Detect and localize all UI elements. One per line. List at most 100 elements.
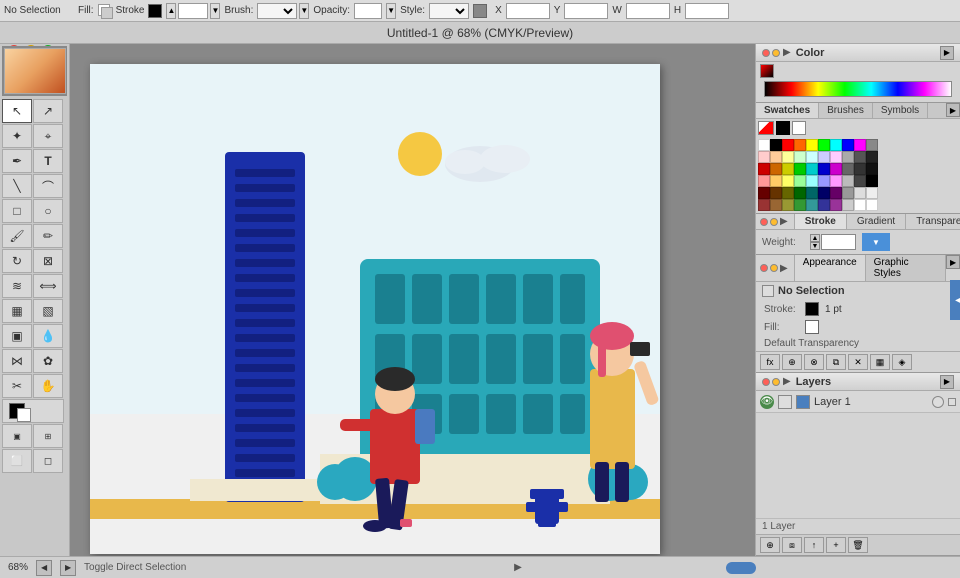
color-panel-arrow[interactable]: ▶ bbox=[783, 47, 791, 58]
color-swatch[interactable] bbox=[818, 187, 830, 199]
color-swatch[interactable] bbox=[830, 175, 842, 187]
color-swatch[interactable] bbox=[854, 187, 866, 199]
appearance-panel-minimize[interactable] bbox=[770, 264, 778, 272]
rotate-tool[interactable]: ↻ bbox=[2, 249, 32, 273]
layer-1-indicator[interactable] bbox=[948, 398, 956, 406]
y-field[interactable]: 0 mm bbox=[564, 3, 608, 19]
color-swatch[interactable] bbox=[806, 163, 818, 175]
ellipse-tool[interactable]: ○ bbox=[33, 199, 63, 223]
color-swatch[interactable] bbox=[866, 163, 878, 175]
no-selection-checkbox[interactable] bbox=[762, 285, 774, 297]
appearance-panel-arrow[interactable]: ▶ bbox=[780, 263, 788, 274]
toggle-screen-1[interactable]: ⬜ bbox=[2, 449, 32, 473]
color-swatch[interactable] bbox=[830, 199, 842, 211]
color-swatch[interactable] bbox=[782, 175, 794, 187]
pen-tool[interactable]: ✒ bbox=[2, 149, 32, 173]
color-swatch[interactable] bbox=[758, 175, 770, 187]
paintbrush-tool[interactable]: 🖌 bbox=[2, 224, 32, 248]
zoom-down-button[interactable]: ◀ bbox=[36, 560, 52, 576]
appearance-panel-menu[interactable]: ▶ bbox=[946, 255, 960, 269]
fill-stroke-colors[interactable] bbox=[2, 399, 64, 423]
none-swatch[interactable] bbox=[758, 121, 774, 135]
layers-panel-arrow[interactable]: ▶ bbox=[783, 376, 791, 387]
tab-swatches[interactable]: Swatches bbox=[756, 103, 819, 118]
color-swatch[interactable] bbox=[758, 139, 770, 151]
color-swatch[interactable] bbox=[782, 163, 794, 175]
color-swatch[interactable] bbox=[842, 139, 854, 151]
color-swatch[interactable] bbox=[854, 175, 866, 187]
color-swatch[interactable] bbox=[770, 199, 782, 211]
color-swatch[interactable] bbox=[830, 139, 842, 151]
lasso-tool[interactable]: ⌖ bbox=[33, 124, 63, 148]
style-selector[interactable] bbox=[429, 3, 469, 19]
add-fx-button[interactable]: fx bbox=[760, 354, 780, 370]
color-swatch[interactable] bbox=[806, 139, 818, 151]
color-swatch[interactable] bbox=[842, 187, 854, 199]
color-swatch[interactable] bbox=[782, 187, 794, 199]
color-swatch[interactable] bbox=[854, 163, 866, 175]
color-swatch[interactable] bbox=[770, 187, 782, 199]
stroke-panel-close[interactable] bbox=[760, 218, 768, 226]
black-swatch[interactable] bbox=[776, 121, 790, 135]
column-graph-tool[interactable]: ▦ bbox=[2, 299, 32, 323]
x-field[interactable]: 0 mm bbox=[506, 3, 550, 19]
change-mode-2[interactable]: ⊞ bbox=[33, 424, 63, 448]
hand-tool[interactable]: ✋ bbox=[33, 374, 63, 398]
weight-value[interactable]: 1 pt bbox=[821, 234, 856, 250]
color-swatch[interactable] bbox=[866, 187, 878, 199]
stroke-color-box[interactable] bbox=[805, 302, 819, 316]
arc-tool[interactable]: ⌒ bbox=[33, 174, 63, 198]
type-tool[interactable]: T bbox=[33, 149, 63, 173]
tab-stroke[interactable]: Stroke bbox=[795, 214, 847, 229]
appearance-panel-close[interactable] bbox=[760, 264, 768, 272]
create-new-layer-button[interactable]: + bbox=[826, 537, 846, 553]
delete-layer-button[interactable]: 🗑 bbox=[848, 537, 868, 553]
swatches-panel-menu[interactable]: ▶ bbox=[946, 103, 960, 117]
color-swatch[interactable] bbox=[842, 199, 854, 211]
toggle-screen-2[interactable]: ◻ bbox=[33, 449, 63, 473]
layer-1-target[interactable] bbox=[932, 396, 944, 408]
color-swatch[interactable] bbox=[830, 187, 842, 199]
color-swatch[interactable] bbox=[842, 175, 854, 187]
color-swatch[interactable] bbox=[854, 151, 866, 163]
stroke-panel-arrow[interactable]: ▶ bbox=[780, 216, 788, 227]
appearance-extra-2[interactable]: ◈ bbox=[892, 354, 912, 370]
symbol-sprayer-tool[interactable]: ✿ bbox=[33, 349, 63, 373]
color-swatch[interactable] bbox=[854, 199, 866, 211]
color-swatch[interactable] bbox=[758, 199, 770, 211]
color-swatch[interactable] bbox=[770, 139, 782, 151]
tab-graphic-styles[interactable]: Graphic Styles bbox=[866, 255, 947, 281]
gradient-tool[interactable]: ▣ bbox=[2, 324, 32, 348]
color-swatch[interactable] bbox=[818, 175, 830, 187]
create-sublayer-button[interactable]: ⧈ bbox=[782, 537, 802, 553]
color-panel-menu[interactable]: ▶ bbox=[940, 46, 954, 60]
layers-panel-minimize[interactable] bbox=[772, 378, 780, 386]
color-swatch[interactable] bbox=[806, 175, 818, 187]
color-swatch[interactable] bbox=[866, 199, 878, 211]
tab-brushes[interactable]: Brushes bbox=[819, 103, 873, 118]
selection-tool[interactable]: ↖ bbox=[2, 99, 32, 123]
stroke-indicator[interactable] bbox=[148, 4, 162, 18]
color-swatch[interactable] bbox=[866, 175, 878, 187]
color-swatch[interactable] bbox=[818, 163, 830, 175]
layer-1-lock[interactable] bbox=[778, 395, 792, 409]
w-field[interactable]: 0 mm bbox=[626, 3, 670, 19]
slice-tool[interactable]: ✂ bbox=[2, 374, 32, 398]
color-swatch[interactable] bbox=[794, 139, 806, 151]
white-swatch[interactable] bbox=[792, 121, 806, 135]
opacity-value[interactable]: 100 bbox=[354, 3, 382, 19]
brush-selector[interactable]: ▼ bbox=[257, 3, 309, 19]
scroll-indicator[interactable] bbox=[726, 562, 756, 574]
color-swatch[interactable] bbox=[794, 151, 806, 163]
color-swatch[interactable] bbox=[794, 187, 806, 199]
color-type-indicator[interactable] bbox=[760, 64, 774, 78]
line-tool[interactable]: ╲ bbox=[2, 174, 32, 198]
color-gradient-bar[interactable] bbox=[764, 81, 952, 97]
tab-transparency[interactable]: Transparency bbox=[906, 214, 960, 229]
tab-gradient[interactable]: Gradient bbox=[847, 214, 906, 229]
delete-item-button[interactable]: ✕ bbox=[848, 354, 868, 370]
pencil-tool[interactable]: ✏ bbox=[33, 224, 63, 248]
canvas-content[interactable] bbox=[90, 64, 660, 554]
color-swatch[interactable] bbox=[794, 199, 806, 211]
width-tool[interactable]: ⟺ bbox=[33, 274, 63, 298]
